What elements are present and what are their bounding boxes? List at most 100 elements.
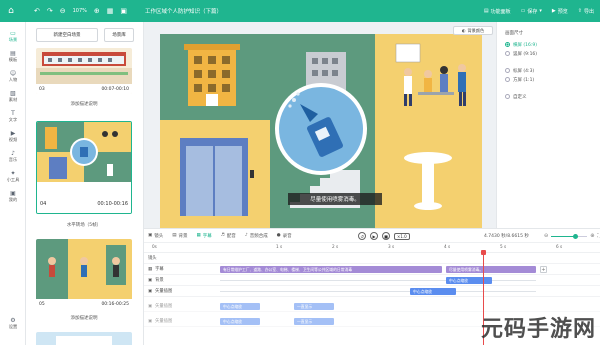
scene-time: 00:07-00:10 (101, 86, 129, 92)
zoom-in-icon[interactable]: ⊕ (94, 7, 100, 15)
panel-button[interactable]: ▤ 功能面板 (484, 8, 511, 15)
add-caption-button[interactable]: + (540, 266, 547, 273)
nav-label: 模板 (8, 56, 18, 62)
palette-icon: ◐ (461, 28, 466, 33)
background-icon: ▤ (172, 233, 177, 238)
ruler-tick: 4 s (444, 244, 451, 249)
scene-thumb-05[interactable]: 05 00:16-00:25 (36, 239, 132, 309)
size-option-custom[interactable]: 自定义 (497, 92, 600, 101)
scene-time: 00:10-00:16 (97, 201, 128, 207)
image-icon[interactable]: ▣ (120, 7, 127, 15)
save-button[interactable]: ▭ 保存 ▾ (521, 8, 542, 15)
zoom-in-icon[interactable]: ⊕ (590, 233, 594, 239)
tool-camera[interactable]: ▣ 镜头 (148, 233, 163, 239)
effect-clip[interactable]: 中心点缩放 (410, 288, 456, 295)
nav-text[interactable]: T 文字 (0, 106, 26, 126)
scene-label[interactable]: 添加描述说明 (36, 315, 132, 321)
scene-thumb-06[interactable] (36, 332, 132, 345)
text-icon: T (11, 109, 15, 117)
nav-label: 音乐 (8, 156, 18, 162)
speed-selector[interactable]: ×1.0 (394, 232, 410, 240)
nav-video[interactable]: ▶ 视频 (0, 126, 26, 146)
nav-label: 我的 (8, 196, 18, 202)
chevron-down-icon: ▾ (539, 8, 542, 14)
playhead-handle[interactable] (481, 250, 486, 255)
nav-label: 人物 (8, 76, 18, 82)
effect-clip[interactable]: 中心点缩放 (220, 303, 260, 310)
play-icon[interactable]: ▶ (370, 232, 378, 240)
effect-clip[interactable]: 中心点缩放 (220, 318, 260, 325)
project-title[interactable]: 工作区域个人防护知识（下篇） (145, 7, 222, 15)
template-icon: ▤ (10, 49, 16, 57)
zoom-out-icon[interactable]: ⊖ (544, 233, 548, 239)
track-vector-1[interactable]: ▣ 矢量插图 中心点缩放 (144, 286, 600, 297)
tool-record[interactable]: ● 录音 (277, 233, 292, 239)
zoom-slider-handle[interactable] (573, 233, 579, 239)
mine-icon: ▣ (10, 189, 16, 197)
effect-clip[interactable]: 一直显示 (294, 303, 334, 310)
voice-icon: ♬ (220, 233, 225, 238)
nav-material[interactable]: ▧ 素材 (0, 86, 26, 106)
size-option-9-16[interactable]: 竖屏 (9:16) (497, 49, 600, 58)
nav-music[interactable]: ♪ 音乐 (0, 146, 26, 166)
radio-icon (505, 94, 510, 99)
background-color-button[interactable]: ◐ 背景颜色 (453, 26, 493, 35)
tool-caption[interactable]: ▦ 字幕 (197, 233, 212, 239)
tool-background[interactable]: ▤ 背景 (172, 233, 187, 239)
nav-settings[interactable]: ⚙ 设置 (0, 313, 26, 333)
scene-03-preview (36, 52, 132, 84)
zoom-slider[interactable] (551, 233, 588, 239)
redo-icon[interactable]: ↷ (47, 7, 53, 15)
track-name-label: 矢量插图 (155, 319, 173, 324)
tool-audio[interactable]: ♪ 音频合成 (245, 233, 268, 239)
nav-person[interactable]: ☺ 人物 (0, 66, 26, 86)
effect-clip[interactable]: 中心点缩放 (446, 277, 492, 284)
image-icon: ▣ (148, 303, 153, 309)
zoom-out-icon[interactable]: ⊖ (60, 7, 66, 15)
nav-mine[interactable]: ▣ 我的 (0, 186, 26, 206)
size-option-16-9[interactable]: 横屏 (16:9) (497, 40, 600, 49)
track-background[interactable]: ▣ 背景 中心点缩放 (144, 275, 600, 286)
nav-label: 设置 (8, 323, 18, 329)
track-name-label: 矢量插图 (155, 289, 173, 294)
tools-icon: ✦ (10, 169, 16, 177)
settings-icon: ⚙ (10, 316, 16, 324)
caption-icon: ▦ (196, 233, 201, 238)
track-caption[interactable]: ▦ 字幕 有日常维护工厂、道路、办公室、电梯、楼梯、卫生间等公共区域的日常消毒 尽… (144, 264, 600, 275)
scene-thumb-03[interactable]: 03 00:07-00:10 (36, 48, 132, 94)
ruler-tick: 6 s (556, 244, 563, 249)
music-icon: ♪ (11, 149, 15, 157)
export-button[interactable]: ⇪ 导出 (578, 8, 594, 15)
grid-icon[interactable]: ▦ (107, 7, 114, 15)
nav-template[interactable]: ▤ 模板 (0, 46, 26, 66)
scene-number: 03 (39, 86, 45, 92)
canvas[interactable]: 尽量使用喷雾消毒。 (160, 34, 482, 238)
nav-scene[interactable]: ▭ 场景 (0, 26, 26, 46)
scene-06-preview (56, 336, 112, 345)
save-icon: ▭ (520, 8, 526, 14)
scene-thumb-04[interactable]: 04 00:10-00:16 (36, 121, 132, 214)
caption-clip[interactable]: 尽量使用喷雾消毒。 (446, 266, 536, 273)
ruler-tick: 1 s (276, 244, 283, 249)
track-camera[interactable]: 镜头 (144, 253, 600, 264)
nav-tools[interactable]: ✦ 小工具 (0, 166, 26, 186)
preview-button[interactable]: ▶ 预览 (552, 8, 568, 15)
home-icon[interactable]: ⌂ (0, 0, 22, 22)
new-blank-scene-button[interactable]: 新建空白场景 (36, 28, 98, 42)
effect-clip[interactable]: 一直显示 (294, 318, 334, 325)
subtitle-caption[interactable]: 尽量使用喷雾消毒。 (288, 193, 382, 205)
time-ruler[interactable]: 0s 1 s 2 s 3 s 4 s 5 s 6 s (144, 243, 600, 253)
rewind-icon[interactable]: ↺ (358, 232, 366, 240)
undo-icon[interactable]: ↶ (34, 7, 40, 15)
size-option-4-3[interactable]: 标屏 (4:3) (497, 66, 600, 75)
scene-library-button[interactable]: 场景库 (104, 28, 134, 42)
tool-voice[interactable]: ♬ 配音 (221, 233, 236, 239)
track-name: 镜头 (148, 255, 157, 261)
size-option-1-1[interactable]: 方屏 (1:1) (497, 75, 600, 84)
stop-icon[interactable]: ■ (382, 232, 390, 240)
scene-label[interactable]: 添加描述说明 (36, 101, 132, 107)
scene-label[interactable]: 水平转场（5帧） (36, 222, 132, 228)
scene-time: 00:16-00:25 (101, 301, 129, 307)
scene-panel: 新建空白场景 场景库 03 00:07-00:10 添加描述说明 04 00:1… (26, 22, 144, 345)
caption-clip[interactable]: 有日常维护工厂、道路、办公室、电梯、楼梯、卫生间等公共区域的日常消毒 (220, 266, 442, 273)
